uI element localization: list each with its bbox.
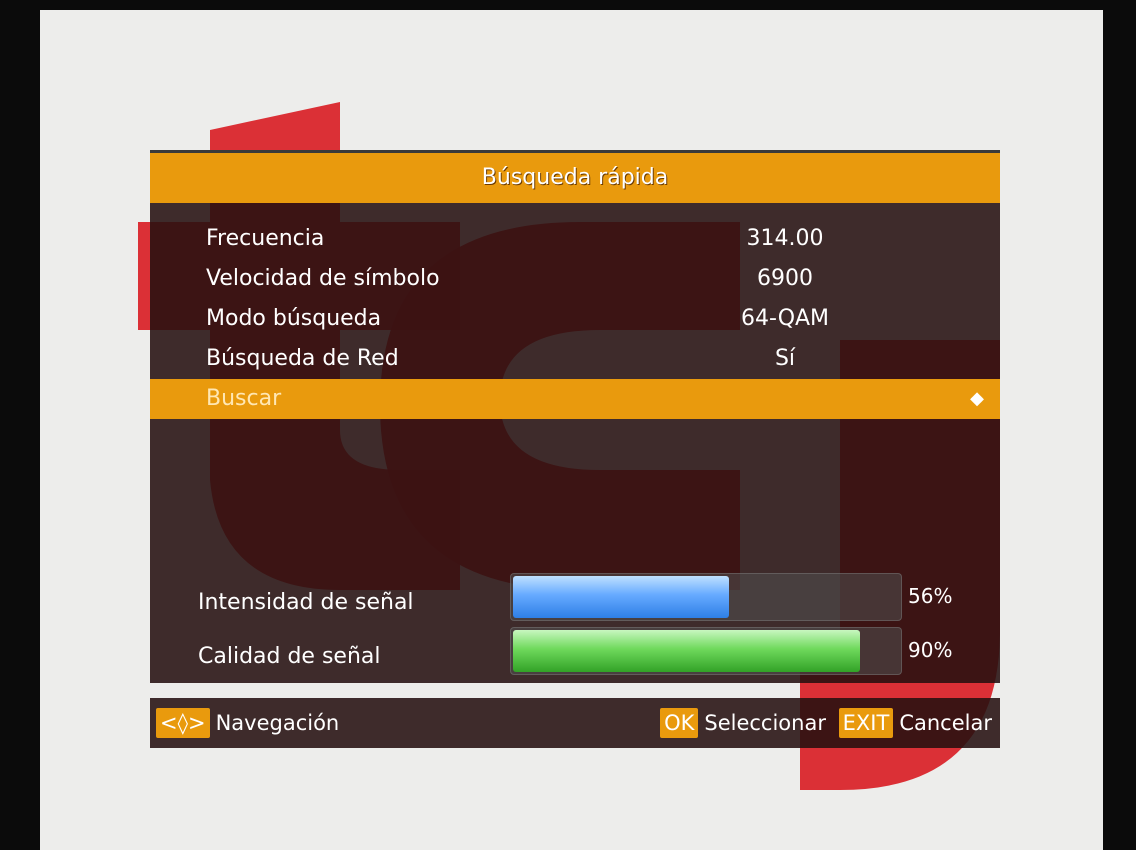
- row-symbol-rate[interactable]: Velocidad de símbolo 6900: [150, 259, 1000, 299]
- row-network-search[interactable]: Búsqueda de Red Sí: [150, 339, 1000, 379]
- signal-strength-label: Intensidad de señal: [198, 590, 414, 615]
- row-label: Frecuencia: [206, 226, 325, 251]
- ok-hint[interactable]: OK Seleccionar: [660, 698, 826, 748]
- help-bar: <◊> Navegación OK Seleccionar EXIT Cancelar: [150, 698, 1000, 748]
- panel-title: Búsqueda rápida: [150, 153, 1000, 203]
- ok-key-icon: OK: [660, 708, 699, 738]
- signal-quality-bar: [510, 627, 902, 675]
- row-frequency[interactable]: Frecuencia 314.00: [150, 219, 1000, 259]
- search-button[interactable]: Buscar ◆: [150, 379, 1000, 419]
- action-hints: OK Seleccionar EXIT Cancelar: [654, 698, 992, 748]
- quick-search-panel: Búsqueda rápida Frecuencia 314.00 Veloci…: [150, 150, 1000, 683]
- exit-hint[interactable]: EXIT Cancelar: [838, 698, 992, 748]
- signal-quality-fill: [513, 630, 860, 672]
- signal-strength-percent: 56%: [908, 584, 953, 608]
- signal-strength-fill: [513, 576, 729, 618]
- signal-quality-label: Calidad de señal: [198, 644, 381, 669]
- exit-hint-label: Cancelar: [899, 711, 992, 735]
- nav-hint-label: Navegación: [215, 711, 340, 735]
- row-value: Sí: [774, 346, 796, 371]
- tv-screen: Búsqueda rápida Frecuencia 314.00 Veloci…: [40, 10, 1103, 850]
- row-label: Modo búsqueda: [206, 306, 382, 331]
- row-search-mode[interactable]: Modo búsqueda 64-QAM: [150, 299, 1000, 339]
- signal-strength-bar: [510, 573, 902, 621]
- arrow-right-icon: ◆: [970, 388, 984, 409]
- row-label: Velocidad de símbolo: [206, 266, 440, 291]
- search-button-label: Buscar: [206, 386, 282, 411]
- row-label: Búsqueda de Red: [206, 346, 399, 371]
- exit-key-icon: EXIT: [838, 708, 894, 738]
- nav-key-icon: <◊>: [156, 708, 210, 738]
- nav-hint: <◊> Navegación: [156, 698, 339, 748]
- row-value: 314.00: [746, 226, 824, 251]
- row-value: 64-QAM: [740, 306, 830, 331]
- row-value: 6900: [757, 266, 813, 291]
- ok-hint-label: Seleccionar: [704, 711, 826, 735]
- signal-quality-percent: 90%: [908, 638, 953, 662]
